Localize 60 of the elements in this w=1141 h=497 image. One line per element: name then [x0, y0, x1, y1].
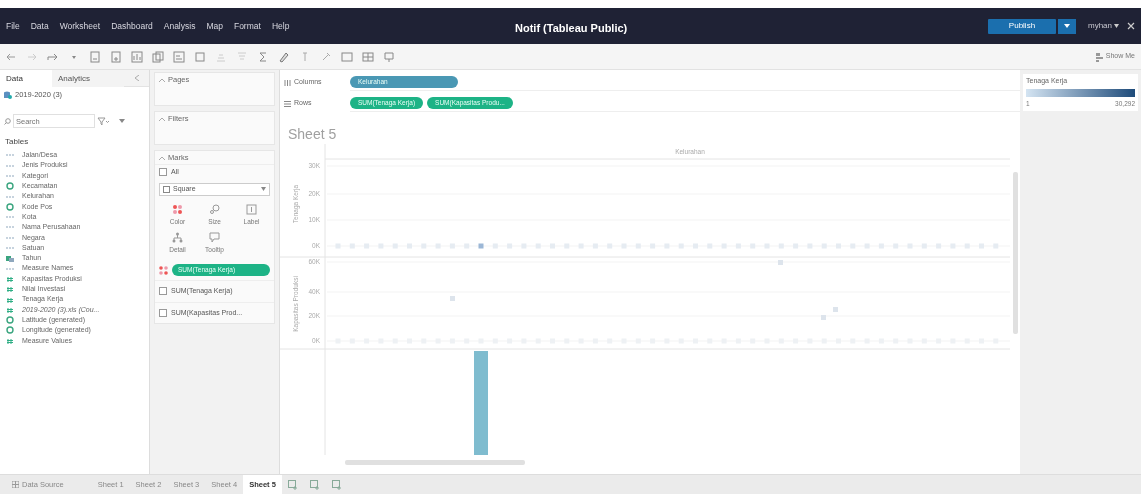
- pane-tab[interactable]: Analytics: [52, 70, 124, 87]
- color-icon: [172, 203, 183, 215]
- globe-icon: [6, 202, 14, 211]
- scrollbar[interactable]: [1013, 172, 1018, 334]
- detail-icon: [172, 232, 183, 244]
- menu-item[interactable]: Format: [233, 19, 261, 33]
- presentation-icon[interactable]: [382, 49, 396, 64]
- color-icon: [159, 265, 168, 275]
- menu-item[interactable]: Analysis: [163, 19, 196, 33]
- calendar-icon: [6, 254, 14, 263]
- filter-icon[interactable]: [97, 116, 109, 126]
- duplicate-icon[interactable]: [151, 49, 165, 64]
- new-story-icon[interactable]: [331, 479, 342, 490]
- tooltip-icon: [209, 232, 220, 244]
- publish-dropdown-button[interactable]: [1058, 18, 1076, 34]
- section-heading: Tables: [4, 136, 30, 149]
- collapse-icon[interactable]: [159, 155, 165, 160]
- collapse-icon[interactable]: [159, 116, 165, 121]
- string-type-icon: [6, 172, 14, 180]
- menu-item[interactable]: File: [6, 19, 20, 33]
- number-type-icon: [6, 336, 14, 345]
- grid-icon[interactable]: [361, 49, 375, 64]
- sheet-title: Sheet 5: [287, 125, 338, 144]
- checkbox[interactable]: [159, 308, 167, 317]
- square-icon: [163, 185, 170, 193]
- new-worksheet-icon[interactable]: [287, 479, 298, 490]
- user-menu[interactable]: myhan: [1088, 20, 1112, 32]
- new-dashboard-icon[interactable]: [309, 479, 320, 490]
- new-sheet-icon[interactable]: [88, 49, 102, 64]
- chart-icon[interactable]: [172, 49, 186, 64]
- collapse-icon[interactable]: [159, 77, 165, 82]
- size-icon: [209, 203, 220, 215]
- frame-icon[interactable]: [340, 49, 354, 64]
- globe-icon: [6, 182, 14, 191]
- label-icon: [246, 203, 257, 215]
- caret-icon: [1114, 24, 1119, 28]
- scrollbar[interactable]: [345, 460, 525, 465]
- rows-icon: [284, 99, 291, 108]
- columns-icon: [284, 78, 291, 87]
- database-icon: [12, 481, 19, 488]
- new-sheet-icon[interactable]: [109, 49, 123, 64]
- collapse-icon[interactable]: [134, 75, 139, 81]
- window-title: Notif (Tableau Public): [515, 21, 628, 36]
- publish-button[interactable]: Publish: [988, 18, 1056, 34]
- menu-item[interactable]: Dashboard: [111, 19, 153, 33]
- caret-icon[interactable]: [119, 119, 125, 124]
- number-type-icon: [6, 274, 14, 283]
- search-icon: [4, 117, 11, 125]
- database-icon: [4, 90, 12, 99]
- menu-item[interactable]: Help: [271, 19, 290, 33]
- checkbox[interactable]: [159, 168, 167, 177]
- close-icon[interactable]: [1127, 22, 1135, 30]
- caret-icon: [261, 187, 266, 191]
- chart-icon[interactable]: [130, 49, 144, 64]
- chart-icon: [1094, 51, 1104, 62]
- menu-item[interactable]: Data: [30, 19, 49, 33]
- menu-item[interactable]: Map: [206, 19, 223, 33]
- checkbox[interactable]: [159, 287, 167, 296]
- caret-icon: [1064, 24, 1070, 28]
- menu-item[interactable]: Worksheet: [59, 19, 101, 33]
